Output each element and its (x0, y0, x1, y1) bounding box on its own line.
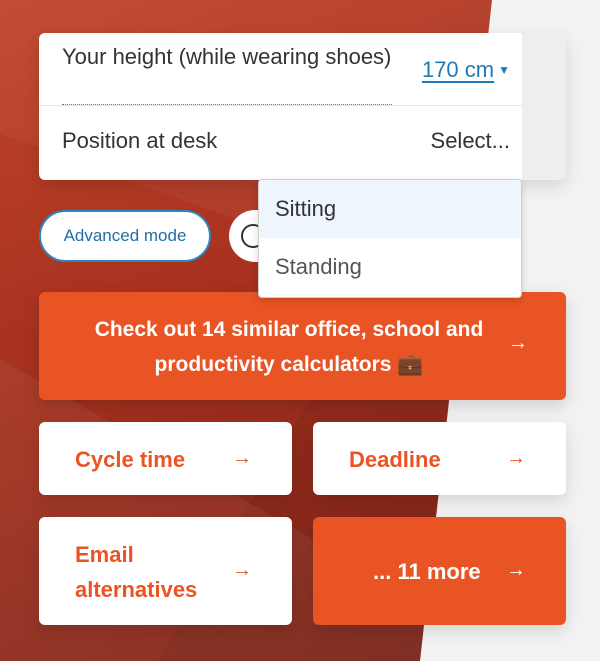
related-email-alternatives[interactable]: Email alternatives → (39, 517, 292, 625)
related-label: Deadline (349, 447, 441, 472)
position-select[interactable]: Select... (431, 128, 510, 154)
arrow-right-icon: → (506, 447, 526, 469)
arrow-right-icon: → (508, 332, 528, 354)
dropdown-option-sitting[interactable]: Sitting (259, 180, 521, 238)
arrow-right-icon: → (232, 447, 252, 469)
height-value: 170 cm (421, 57, 495, 82)
arrow-right-icon: → (506, 559, 526, 581)
dropdown-option-standing[interactable]: Standing (259, 238, 521, 296)
related-deadline[interactable]: Deadline → (313, 422, 566, 495)
caret-down-icon: ▼ (498, 63, 510, 77)
related-label: ... 11 more (373, 559, 481, 584)
similar-calculators-banner[interactable]: Check out 14 similar office, school and … (39, 292, 566, 400)
position-label: Position at desk (62, 128, 218, 153)
related-label: Cycle time (75, 447, 186, 472)
height-label: Your height (while wearing shoes) (62, 44, 392, 69)
advanced-mode-button[interactable]: Advanced mode (39, 210, 211, 262)
position-dropdown-menu: Sitting Standing (258, 179, 522, 298)
promo-text: Check out 14 similar office, school and … (94, 318, 484, 376)
form-side-strip (522, 33, 566, 180)
related-cycle-time[interactable]: Cycle time → (39, 422, 292, 495)
arrow-right-icon: → (232, 559, 252, 581)
calculator-form-card: Your height (while wearing shoes) 170 cm… (39, 33, 566, 180)
row-divider (39, 105, 522, 106)
height-unit-select[interactable]: 170 cm ▼ (422, 57, 510, 83)
related-label: Email alternatives (75, 542, 198, 602)
related-more-link[interactable]: ... 11 more → (313, 517, 566, 625)
